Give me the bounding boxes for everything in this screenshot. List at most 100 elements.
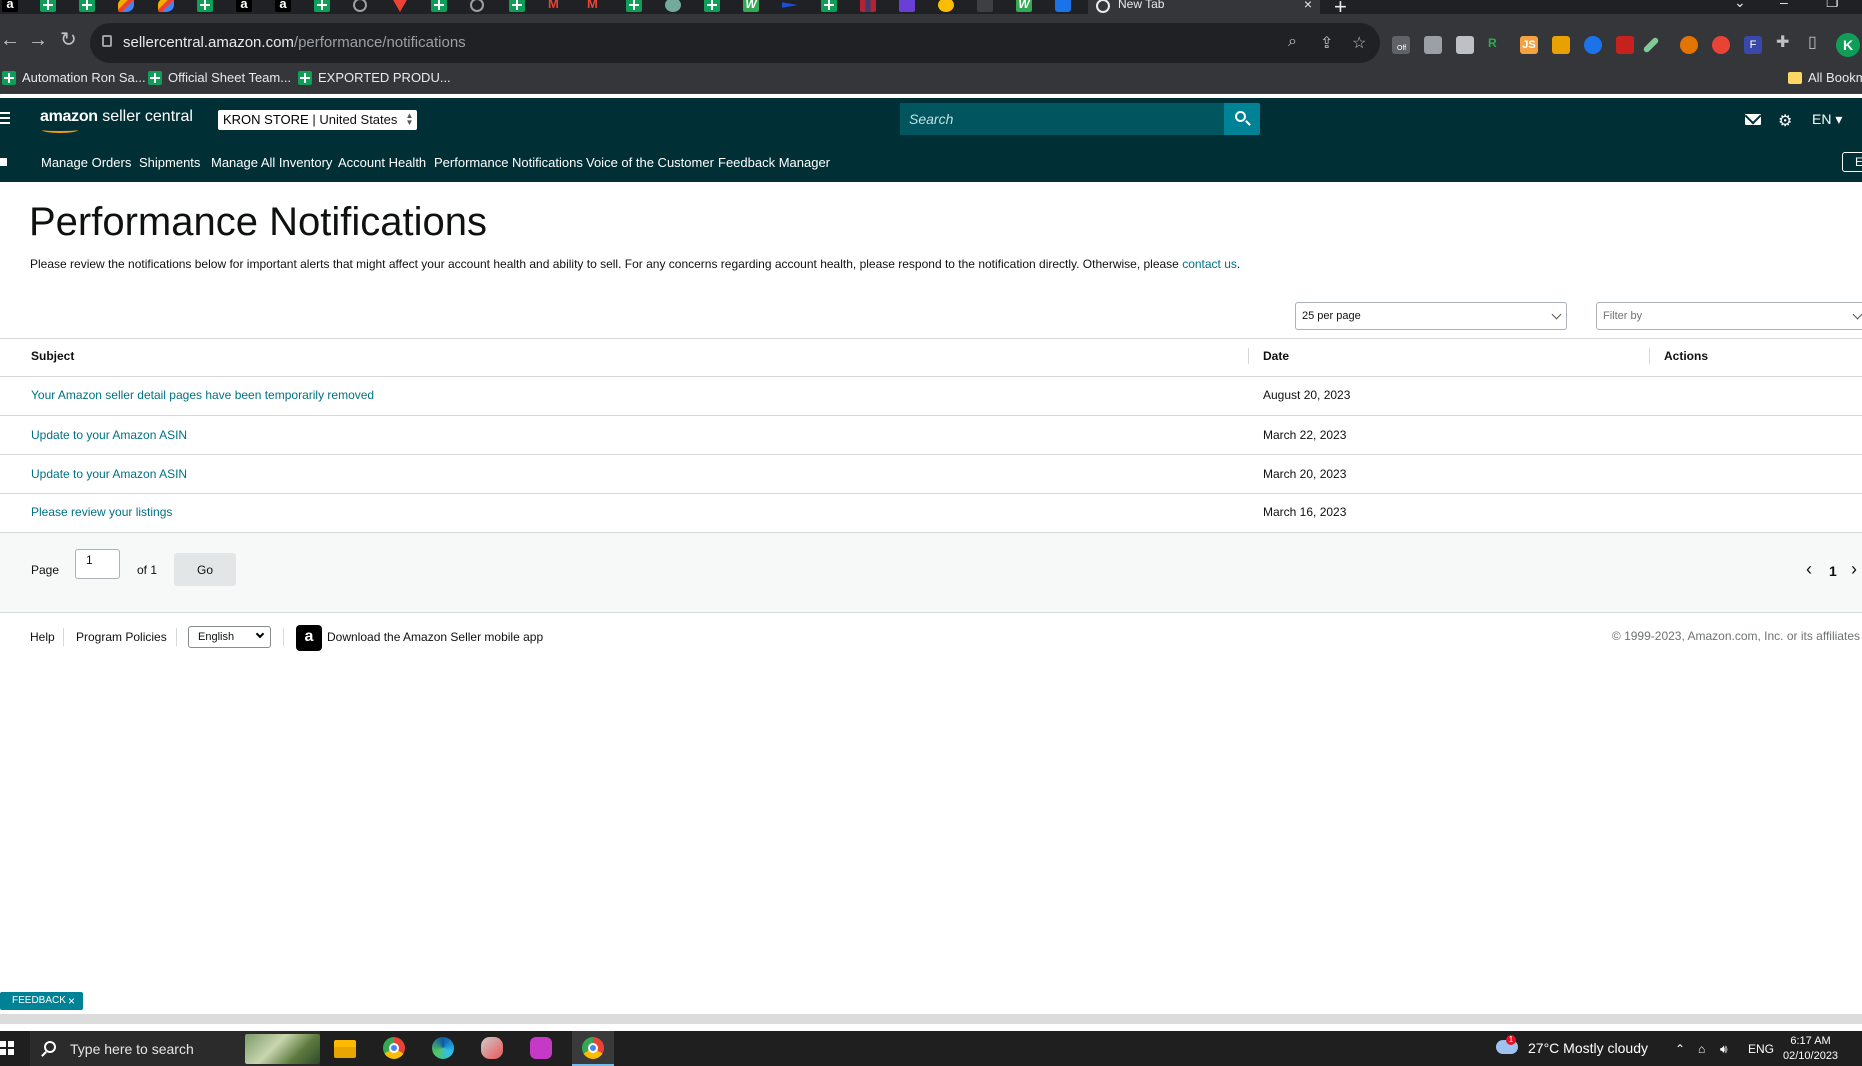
off-extension-icon[interactable]: Off — [1392, 36, 1410, 54]
per-page-select[interactable]: 25 per page — [1295, 302, 1567, 330]
sheets-tab-icon[interactable] — [79, 0, 95, 12]
js-extension-icon[interactable]: JS — [1520, 36, 1538, 54]
bookmark-item[interactable]: Automation Ron Sa... — [2, 70, 146, 85]
bookmark-item[interactable]: Official Sheet Team... — [148, 70, 291, 85]
sheets-tab-icon[interactable] — [821, 0, 837, 12]
chrome-icon[interactable] — [383, 1037, 405, 1059]
sheets-tab-icon[interactable] — [197, 0, 213, 12]
url-text[interactable]: sellercentral.amazon.com/performance/not… — [123, 34, 466, 51]
seller-central-logo[interactable]: amazon seller central — [40, 108, 193, 133]
program-policies-link[interactable]: Program Policies — [76, 630, 167, 644]
footer-language-select[interactable]: English — [188, 626, 271, 648]
app-tool-icon[interactable] — [481, 1037, 503, 1059]
notification-subject-link[interactable]: Update to your Amazon ASIN — [31, 428, 187, 442]
chevron-up-icon[interactable]: ⌃ — [1675, 1042, 1685, 1056]
contact-us-link[interactable]: contact us — [1182, 257, 1237, 271]
sheets-tab-icon[interactable] — [431, 0, 447, 12]
maximize-icon[interactable]: ❐ — [1826, 0, 1839, 11]
fire-extension-icon[interactable] — [1712, 36, 1730, 54]
image-extension-icon[interactable] — [1424, 36, 1442, 54]
smile-tab-icon[interactable] — [938, 0, 954, 12]
close-feedback-icon[interactable]: × — [68, 992, 75, 1010]
taskbar-search[interactable]: Type here to search — [30, 1031, 320, 1066]
lock-icon[interactable] — [102, 35, 112, 47]
amazon-tab-icon[interactable]: a — [275, 0, 291, 12]
pencil-tab-icon[interactable] — [158, 0, 174, 12]
translate-extension-icon[interactable] — [1552, 36, 1570, 54]
minimize-icon[interactable]: – — [1780, 0, 1788, 10]
store-switcher[interactable]: KRON STORE | United States ▲ ▼ — [218, 110, 418, 130]
profile-avatar[interactable]: K — [1836, 33, 1860, 57]
red-extension-icon[interactable] — [1616, 36, 1634, 54]
globe-tab-icon[interactable] — [353, 0, 367, 12]
dark-tab-icon[interactable] — [977, 0, 993, 12]
active-chrome-taskbar-item[interactable] — [572, 1031, 614, 1066]
share-icon[interactable]: ⇪ — [1320, 33, 1333, 53]
nav-voice-of-the-customer[interactable]: Voice of the Customer — [586, 155, 714, 170]
nav-manage-orders[interactable]: Manage Orders — [41, 155, 131, 170]
amazon-tab-icon[interactable]: a — [236, 0, 252, 12]
send-tab-icon[interactable] — [782, 2, 798, 8]
page-number-input[interactable] — [75, 549, 120, 579]
back-icon[interactable]: ← — [0, 30, 20, 50]
sheets-tab-icon[interactable] — [704, 0, 720, 12]
edit-nav-button[interactable]: E — [1842, 152, 1862, 172]
new-tab-button[interactable]: + — [1334, 0, 1347, 14]
windows-start-icon[interactable] — [0, 1041, 14, 1055]
nav-account-health[interactable]: Account Health — [338, 155, 426, 170]
sheets-tab-icon[interactable] — [314, 0, 330, 12]
wps-office-icon[interactable] — [530, 1037, 552, 1059]
volume-icon[interactable]: 🔊︎ — [1720, 1042, 1728, 1057]
reload-icon[interactable]: ↻ — [60, 30, 77, 50]
puzzle-blue-extension-icon[interactable] — [1584, 36, 1602, 54]
chatgpt-tab-icon[interactable] — [665, 0, 681, 12]
notification-subject-link[interactable]: Your Amazon seller detail pages have bee… — [31, 388, 374, 402]
current-page-number[interactable]: 1 — [1829, 563, 1837, 579]
circle-extension-icon[interactable] — [1680, 36, 1698, 54]
list-tab-icon[interactable] — [899, 0, 915, 12]
r-extension-icon[interactable]: R — [1488, 36, 1506, 54]
sheets-tab-icon[interactable] — [509, 0, 525, 12]
feedback-tab[interactable]: FEEDBACK × — [0, 992, 83, 1010]
seller-app-icon[interactable]: a — [296, 625, 322, 651]
download-app-link[interactable]: Download the Amazon Seller mobile app — [327, 630, 543, 644]
zoom-icon[interactable]: ⌕ — [1288, 33, 1297, 51]
globe-tab-icon[interactable] — [470, 0, 484, 12]
menu-icon[interactable] — [0, 112, 10, 126]
bookmark-flag-icon[interactable] — [0, 158, 7, 166]
weather-text[interactable]: 27°C Mostly cloudy — [1528, 1040, 1648, 1056]
sheets-tab-icon[interactable] — [40, 0, 56, 12]
help-link[interactable]: Help — [30, 630, 55, 644]
wh-tab-icon[interactable]: W — [743, 0, 759, 12]
active-tab[interactable]: New Tab × — [1088, 0, 1320, 14]
file-explorer-icon[interactable] — [334, 1040, 356, 1058]
f-extension-icon[interactable]: F — [1744, 36, 1762, 54]
bookmark-item[interactable]: EXPORTED PRODU... — [298, 70, 451, 85]
tab-search-icon[interactable]: ⌄ — [1734, 0, 1746, 11]
sheets-tab-icon[interactable] — [626, 0, 642, 12]
notification-subject-link[interactable]: Update to your Amazon ASIN — [31, 467, 187, 481]
side-panel-icon[interactable]: ▯ — [1808, 33, 1817, 53]
edge-icon[interactable] — [432, 1037, 454, 1059]
gmail-tab-icon[interactable]: M — [587, 0, 603, 12]
network-icon[interactable]: ⌂ — [1698, 1042, 1705, 1056]
nav-performance-notifications[interactable]: Performance Notifications — [434, 155, 583, 170]
picture-extension-icon[interactable] — [1456, 36, 1474, 54]
next-page-icon[interactable]: › — [1851, 559, 1857, 580]
mail-icon[interactable] — [1745, 114, 1761, 125]
amazon-tab-icon[interactable]: a — [2, 0, 18, 12]
filter-select[interactable]: Filter by — [1596, 302, 1862, 330]
forward-icon[interactable]: → — [28, 30, 48, 50]
pencil-tab-icon[interactable] — [118, 0, 134, 12]
wh-tab-icon[interactable]: W — [1016, 0, 1032, 12]
gear-icon[interactable]: ⚙ — [1778, 111, 1792, 131]
red-tab-icon[interactable] — [392, 0, 408, 12]
bookmark-star-icon[interactable]: ☆ — [1352, 33, 1366, 53]
input-language[interactable]: ENG — [1748, 1042, 1774, 1056]
search-button[interactable] — [1224, 103, 1260, 135]
nav-feedback-manager[interactable]: Feedback Manager — [718, 155, 830, 170]
nav-manage-all-inventory[interactable]: Manage All Inventory — [211, 155, 332, 170]
address-bar[interactable]: sellercentral.amazon.com/performance/not… — [90, 23, 1380, 63]
prev-page-icon[interactable]: ‹ — [1806, 559, 1812, 580]
go-button[interactable]: Go — [174, 553, 236, 586]
